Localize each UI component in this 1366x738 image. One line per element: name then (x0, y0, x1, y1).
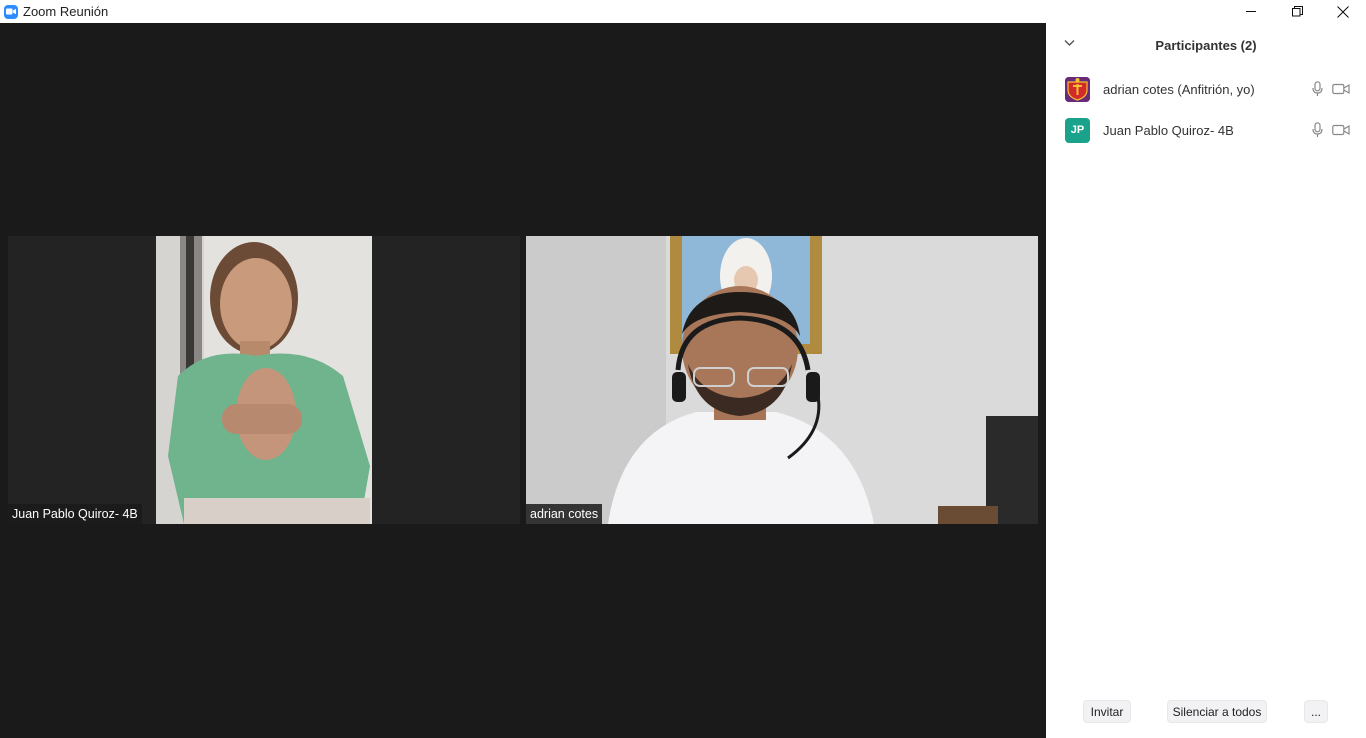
tile-name-label: adrian cotes (526, 504, 603, 524)
avatar: JP (1065, 117, 1090, 143)
video-camera-icon[interactable] (1332, 124, 1350, 136)
panel-header: Participantes (2) (1046, 37, 1366, 55)
participant-name: adrian cotes (Anfitrión, yo) (1103, 81, 1255, 97)
panel-title: Participantes (2) (1155, 38, 1257, 53)
crest-logo (1065, 76, 1090, 102)
restore-icon (1291, 6, 1303, 17)
video-gallery: Juan Pablo Quiroz- 4B adrian cotes (0, 23, 1046, 738)
participant-row[interactable]: adrian cotes (Anfitrión, yo) (1046, 74, 1366, 104)
minimize-button[interactable] (1228, 0, 1274, 23)
video-tile-adrian[interactable]: adrian cotes (526, 236, 1038, 524)
mute-all-button[interactable]: Silenciar a todos (1167, 700, 1267, 723)
video-tile-juan-pablo[interactable]: Juan Pablo Quiroz- 4B (8, 236, 520, 524)
video-camera-icon[interactable] (1332, 83, 1350, 95)
avatar (1065, 76, 1090, 102)
participants-panel: Participantes (2) adrian cotes (Anfitrió… (1046, 23, 1366, 738)
tile-name-label: Juan Pablo Quiroz- 4B (8, 504, 142, 524)
microphone-icon[interactable] (1312, 122, 1323, 138)
title-bar: Zoom Reunión (0, 0, 1366, 23)
microphone-icon[interactable] (1312, 81, 1323, 97)
more-options-button[interactable]: ... (1304, 700, 1328, 723)
zoom-camera-icon (4, 4, 18, 19)
close-button[interactable] (1320, 0, 1366, 23)
participant-video-feed (8, 236, 520, 524)
invite-button[interactable]: Invitar (1083, 700, 1131, 723)
close-icon (1337, 5, 1349, 18)
window-title: Zoom Reunión (23, 4, 109, 19)
restore-button[interactable] (1274, 0, 1320, 23)
participant-row[interactable]: JP Juan Pablo Quiroz- 4B (1046, 115, 1366, 145)
participant-video-feed (526, 236, 1038, 524)
minimize-icon (1245, 11, 1256, 12)
participant-name: Juan Pablo Quiroz- 4B (1103, 122, 1234, 138)
